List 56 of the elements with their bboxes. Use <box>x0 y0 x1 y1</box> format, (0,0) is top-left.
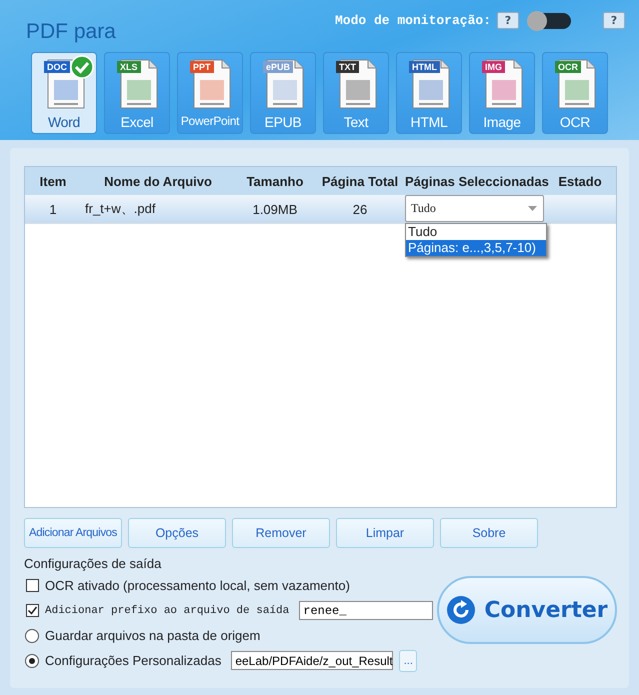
table-cell-text: 26 <box>352 202 368 216</box>
caret-icon <box>528 206 537 211</box>
format-tile[interactable]: IMG Image <box>469 52 535 134</box>
refresh-icon <box>446 595 476 625</box>
format-tile[interactable]: HTML HTML <box>396 52 462 134</box>
radio-button[interactable] <box>25 654 39 668</box>
section-title: Configurações de saída <box>24 556 162 571</box>
file-type-tag: DOC <box>44 61 70 73</box>
dropdown-option[interactable]: Páginas: e...,3,5,7-10) <box>406 240 546 256</box>
column-header: Item <box>38 174 68 188</box>
app-title: PDF para <box>26 20 116 44</box>
format-tile[interactable]: TXT Text <box>323 52 389 134</box>
browse-button[interactable]: ... <box>399 650 418 672</box>
format-tile[interactable]: DOC Word <box>31 52 97 134</box>
page-dropdown[interactable]: Tudo <box>405 195 544 222</box>
checkbox[interactable] <box>26 579 39 592</box>
format-tile[interactable]: XLS Excel <box>104 52 170 134</box>
checkbox[interactable] <box>26 604 39 617</box>
action-button[interactable]: Remover <box>232 518 330 548</box>
action-button[interactable]: Adicionar Arquivos <box>24 518 122 548</box>
table-cell-text: 1 <box>48 202 58 216</box>
table-cell-text: fr_t+w、.pdf <box>84 200 156 218</box>
check-badge-icon <box>70 55 94 79</box>
format-tile[interactable]: ePUB EPUB <box>250 52 316 134</box>
help-button[interactable]: ? <box>497 12 519 29</box>
column-header: Tamanho <box>246 174 304 188</box>
option-label: Adicionar prefixo ao arquivo de saída <box>45 604 290 616</box>
column-header: Nome do Arquivo <box>103 174 213 188</box>
action-button[interactable]: Opções <box>128 518 226 548</box>
option-label: Configurações Personalizadas <box>45 653 222 668</box>
file-type-tag: IMG <box>482 61 505 73</box>
monitor-label: Modo de monitoração: <box>334 13 491 28</box>
table-cell-text: 1.09MB <box>252 202 298 216</box>
input-field[interactable]: eeLab/PDFAide/z_out_Result <box>231 651 394 670</box>
document-icon <box>484 58 524 110</box>
file-type-tag: OCR <box>555 61 581 73</box>
monitor-toggle[interactable] <box>529 12 571 28</box>
file-type-tag: PPT <box>190 61 214 73</box>
action-button[interactable]: Limpar <box>336 518 434 548</box>
help-button[interactable]: ? <box>603 12 625 29</box>
convert-button[interactable]: Converter <box>437 576 617 644</box>
option-label: OCR ativado (processamento local, sem vazamento) <box>45 578 350 593</box>
radio-button[interactable] <box>25 628 39 642</box>
file-type-tag: ePUB <box>263 61 294 73</box>
format-tile[interactable]: OCR OCR <box>542 52 608 134</box>
file-type-tag: HTML <box>409 61 440 73</box>
file-type-tag: TXT <box>336 61 359 73</box>
document-icon <box>119 58 159 110</box>
option-label: Guardar arquivos na pasta de origem <box>45 628 260 643</box>
document-icon <box>338 58 378 110</box>
dropdown-option[interactable]: Tudo <box>406 224 546 240</box>
file-type-tag: XLS <box>117 61 141 73</box>
format-tile[interactable]: PPT PowerPoint <box>177 52 243 134</box>
column-header: Página Total <box>320 174 400 188</box>
input-field[interactable]: renee_ <box>299 601 434 620</box>
action-button[interactable]: Sobre <box>440 518 538 548</box>
